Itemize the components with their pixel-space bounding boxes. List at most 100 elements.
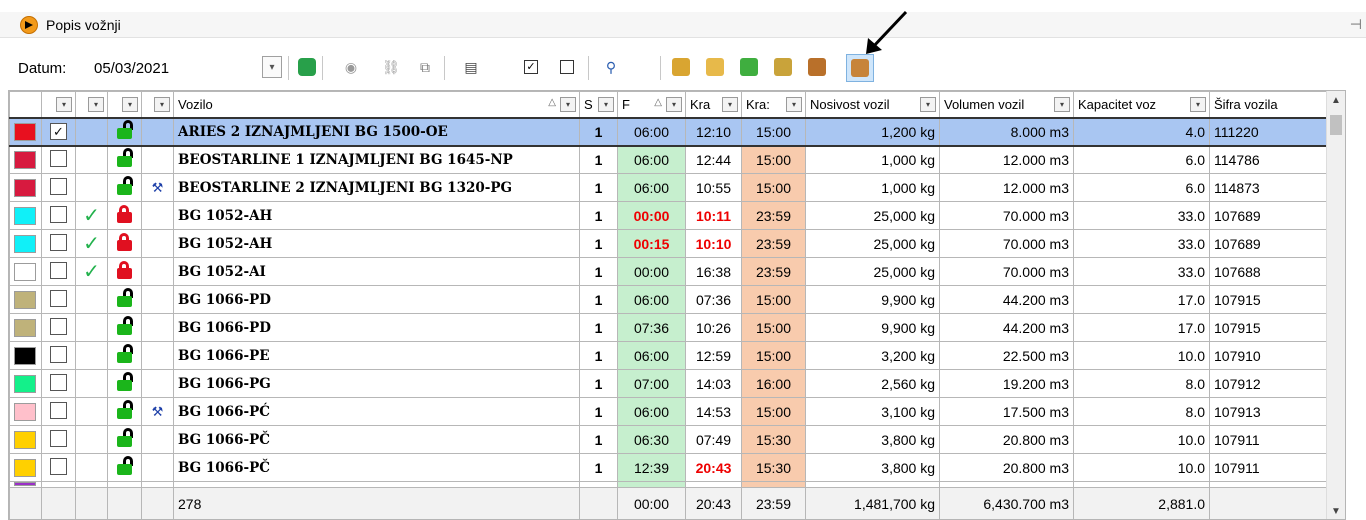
- header-kra2[interactable]: Kra: ▾: [741, 91, 806, 118]
- lock-closed-icon[interactable]: [116, 260, 134, 280]
- scroll-down-icon[interactable]: ▼: [1331, 506, 1341, 517]
- row-checkbox[interactable]: [50, 289, 67, 307]
- filter-dropdown-icon[interactable]: ▾: [1190, 97, 1206, 112]
- document-button[interactable]: ▤: [460, 56, 482, 78]
- table-row[interactable]: BG 1066-PD 1 07:36 10:26 15:00 9,900 kg 44.200…: [9, 313, 1345, 342]
- check-cell[interactable]: [41, 453, 76, 482]
- lock-open-icon[interactable]: [116, 400, 134, 420]
- table-row[interactable]: ✓ BG 1052-AH 1 00:15 10:10 23:59 25,000 kg 70.0…: [9, 229, 1345, 258]
- check-cell[interactable]: [41, 397, 76, 426]
- check-cell[interactable]: ✓: [41, 116, 76, 147]
- user-search-button[interactable]: ⚲: [600, 56, 622, 78]
- header-volumen[interactable]: Volumen vozil ▾: [939, 91, 1074, 118]
- vertical-scrollbar[interactable]: ▲ ▼: [1326, 91, 1345, 519]
- row-checkbox[interactable]: [50, 345, 67, 363]
- header-p[interactable]: F △ ▾: [617, 91, 686, 118]
- table-row[interactable]: ⚒ BEOSTARLINE 2 IZNAJMLJENI BG 1320-PG 1 06…: [9, 173, 1345, 202]
- lock-cell[interactable]: [107, 453, 142, 482]
- header-vozilo[interactable]: Vozilo △ ▾: [173, 91, 580, 118]
- row-checkbox[interactable]: [50, 261, 67, 279]
- table-row[interactable]: BG 1066-PG 1 07:00 14:03 16:00 2,560 kg 19.200…: [9, 369, 1345, 398]
- lock-open-icon[interactable]: [116, 176, 134, 196]
- header-s[interactable]: S ▾: [579, 91, 618, 118]
- refresh-button[interactable]: [296, 56, 318, 78]
- row-checkbox[interactable]: [50, 149, 67, 167]
- header-tool[interactable]: ▾: [141, 91, 174, 118]
- header-nosivost[interactable]: Nosivost vozil ▾: [805, 91, 940, 118]
- table-row[interactable]: BEOSTARLINE 1 IZNAJMLJENI BG 1645-NP 1 06:…: [9, 145, 1345, 174]
- scroll-up-icon[interactable]: ▲: [1331, 95, 1341, 106]
- filter-dropdown-icon[interactable]: ▾: [122, 97, 138, 112]
- row-checkbox[interactable]: ✓: [50, 123, 67, 140]
- check-cell[interactable]: [41, 313, 76, 342]
- table-row[interactable]: BG 1066-PE 1 06:00 12:59 15:00 3,200 kg 22.500…: [9, 341, 1345, 370]
- table-row[interactable]: ⚒ BG 1066-PĆ 1 06:00 14:53 15:00 3,100 kg 17.50…: [9, 397, 1345, 426]
- scroll-thumb[interactable]: [1330, 115, 1342, 135]
- header-kapacitet[interactable]: Kapacitet voz ▾: [1073, 91, 1210, 118]
- filter-dropdown-icon[interactable]: ▾: [154, 97, 170, 112]
- row-checkbox[interactable]: [50, 429, 67, 447]
- package-button[interactable]: [704, 56, 726, 78]
- lock-cell[interactable]: [107, 285, 142, 314]
- check-cell[interactable]: [41, 257, 76, 286]
- settings-button[interactable]: [806, 56, 828, 78]
- lock-open-icon[interactable]: [116, 288, 134, 308]
- lock-cell[interactable]: [107, 397, 142, 426]
- truck-add-button[interactable]: [670, 56, 692, 78]
- lock-cell[interactable]: [107, 201, 142, 230]
- table-row[interactable]: BG 1066-PČ 1 06:30 07:49 15:30 3,800 kg 20.800…: [9, 425, 1345, 454]
- row-checkbox[interactable]: [50, 317, 67, 335]
- lock-cell[interactable]: [107, 313, 142, 342]
- header-status[interactable]: ▾: [75, 91, 108, 118]
- table-row[interactable]: ✓ ARIES 2 IZNAJMLJENI BG 1500-OE 1 06:00 12:…: [9, 116, 1345, 147]
- date-value[interactable]: 05/03/2021: [94, 60, 169, 77]
- row-checkbox[interactable]: [50, 177, 67, 195]
- header-kra1[interactable]: Kra ▾: [685, 91, 742, 118]
- transfer-button[interactable]: [738, 56, 760, 78]
- filter-dropdown-icon[interactable]: ▾: [722, 97, 738, 112]
- row-checkbox[interactable]: [50, 373, 67, 391]
- globe-button[interactable]: ◉: [340, 56, 362, 78]
- filter-dropdown-icon[interactable]: ▾: [1054, 97, 1070, 112]
- lock-open-icon[interactable]: [116, 456, 134, 476]
- filter-dropdown-icon[interactable]: ▾: [786, 97, 802, 112]
- row-checkbox[interactable]: [50, 233, 67, 251]
- row-checkbox[interactable]: [50, 457, 67, 475]
- check-all-button[interactable]: ✓: [520, 56, 542, 78]
- table-row[interactable]: BG 1066-PD 1 06:00 07:36 15:00 9,900 kg 44.200…: [9, 285, 1345, 314]
- header-check[interactable]: ▾: [41, 91, 76, 118]
- check-cell[interactable]: [41, 173, 76, 202]
- pin-icon[interactable]: ⊣: [1350, 16, 1362, 33]
- copy-button[interactable]: ⧉: [414, 56, 436, 78]
- lock-open-icon[interactable]: [116, 344, 134, 364]
- check-cell[interactable]: [41, 201, 76, 230]
- row-checkbox[interactable]: [50, 401, 67, 419]
- check-cell[interactable]: [41, 145, 76, 174]
- lock-cell[interactable]: [107, 341, 142, 370]
- lock-open-icon[interactable]: [116, 372, 134, 392]
- check-cell[interactable]: [41, 285, 76, 314]
- lock-cell[interactable]: [107, 229, 142, 258]
- lock-open-icon[interactable]: [116, 148, 134, 168]
- table-row[interactable]: ✓ BG 1052-AH 1 00:00 10:11 23:59 25,000 kg 70.0…: [9, 201, 1345, 230]
- vehicle-export-button[interactable]: [846, 54, 874, 82]
- lock-cell[interactable]: [107, 145, 142, 174]
- filter-dropdown-icon[interactable]: ▾: [666, 97, 682, 112]
- network-button[interactable]: ⛓: [380, 56, 402, 78]
- filter-dropdown-icon[interactable]: ▾: [598, 97, 614, 112]
- check-cell[interactable]: [41, 229, 76, 258]
- lock-open-icon[interactable]: [116, 120, 134, 140]
- load-button[interactable]: [772, 56, 794, 78]
- filter-dropdown-icon[interactable]: ▾: [560, 97, 576, 112]
- date-dropdown-button[interactable]: ▾: [262, 56, 282, 78]
- filter-dropdown-icon[interactable]: ▾: [56, 97, 72, 112]
- check-cell[interactable]: [41, 369, 76, 398]
- check-cell[interactable]: [41, 341, 76, 370]
- lock-open-icon[interactable]: [116, 316, 134, 336]
- lock-cell[interactable]: [107, 425, 142, 454]
- lock-cell[interactable]: [107, 369, 142, 398]
- lock-closed-icon[interactable]: [116, 204, 134, 224]
- uncheck-all-button[interactable]: [556, 56, 578, 78]
- filter-dropdown-icon[interactable]: ▾: [88, 97, 104, 112]
- filter-dropdown-icon[interactable]: ▾: [920, 97, 936, 112]
